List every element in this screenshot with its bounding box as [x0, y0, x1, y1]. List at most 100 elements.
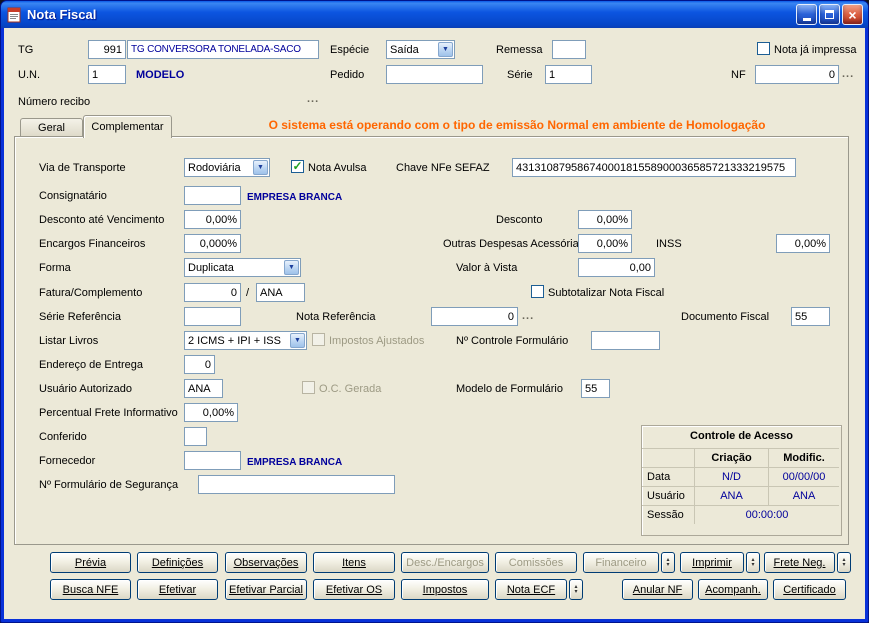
desconto-field[interactable] [578, 210, 632, 229]
n-controle-formulario-field[interactable] [591, 331, 660, 350]
valor-a-vista-field[interactable] [578, 258, 655, 277]
nota-fiscal-icon [7, 7, 21, 22]
encargos-financeiros-field[interactable] [184, 234, 241, 253]
acc-usuario-label: Usuário [642, 486, 694, 505]
close-button[interactable]: × [842, 4, 863, 25]
anular-nf-button[interactable]: Anular NF [622, 579, 693, 600]
modelo-de-formulario-field[interactable] [581, 379, 610, 398]
outras-despesas-field[interactable] [578, 234, 632, 253]
frete-neg-options-button[interactable]: ▴ ▾ [837, 552, 851, 573]
tg-code-field[interactable] [88, 40, 126, 59]
pedido-label: Pedido [330, 69, 365, 81]
chevron-down-icon: ▾ [574, 588, 578, 595]
consignatario-field[interactable] [184, 186, 241, 205]
check-icon: ✓ [292, 159, 303, 173]
forma-label: Forma [39, 262, 71, 274]
pedido-field[interactable] [386, 65, 483, 84]
acompanh-button[interactable]: Acompanh. [698, 579, 768, 600]
un-field[interactable] [88, 65, 126, 84]
acc-sessao-label: Sessão [642, 505, 694, 524]
financeiro-options-button[interactable]: ▴ ▾ [661, 552, 675, 573]
inss-field[interactable] [776, 234, 830, 253]
via-de-transporte-label: Via de Transporte [39, 162, 126, 174]
usuario-autorizado-field[interactable] [184, 379, 223, 398]
client-area: TG Espécie Saída ▼ Remessa ✓ Nota já imp… [4, 28, 865, 619]
previa-button[interactable]: Prévia [50, 552, 131, 573]
desconto-ate-vencimento-field[interactable] [184, 210, 241, 229]
usuario-autorizado-label: Usuário Autorizado [39, 383, 132, 395]
subtotalizar-checkbox[interactable]: ✓ [531, 285, 544, 298]
valor-a-vista-label: Valor à Vista [456, 262, 518, 274]
minimize-icon [802, 17, 811, 21]
desc-encargos-button: Desc./Encargos [401, 552, 489, 573]
controle-de-acesso-table: Criação Modific. Data N/D 00/00/00 Usuár… [642, 448, 841, 524]
especie-select[interactable]: Saída ▼ [386, 40, 455, 59]
tab-geral[interactable]: Geral [20, 118, 83, 137]
tab-complementar[interactable]: Complementar [83, 115, 172, 138]
busca-nfe-button[interactable]: Busca NFE [50, 579, 131, 600]
complementar-panel: Via de Transporte Rodoviária ▼ ✓ Nota Av… [14, 136, 849, 545]
nota-avulsa-checkbox[interactable]: ✓ [291, 160, 304, 173]
subtotalizar-label: Subtotalizar Nota Fiscal [548, 287, 665, 299]
maximize-button[interactable] [819, 4, 840, 25]
modelo-de-formulario-label: Modelo de Formulário [456, 383, 563, 395]
percentual-frete-field[interactable] [184, 403, 238, 422]
especie-value: Saída [390, 43, 419, 56]
serie-referencia-field[interactable] [184, 307, 241, 326]
nota-referencia-label: Nota Referência [296, 311, 376, 323]
forma-select[interactable]: Duplicata ▼ [184, 258, 301, 277]
chevron-down-icon: ▼ [284, 260, 299, 275]
n-formulario-seguranca-label: Nº Formulário de Segurança [39, 479, 179, 491]
acc-header-modific: Modific. [768, 448, 839, 467]
definicoes-button[interactable]: Definições [137, 552, 218, 573]
listar-livros-value: 2 ICMS + IPI + ISS [188, 334, 281, 347]
observacoes-button[interactable]: Observações [225, 552, 307, 573]
efetivar-os-button[interactable]: Efetivar OS [313, 579, 395, 600]
oc-gerada-checkbox: ✓ [302, 381, 315, 394]
fatura-complemento-label: Fatura/Complemento [39, 287, 143, 299]
documento-fiscal-label: Documento Fiscal [681, 311, 770, 323]
efetivar-button[interactable]: Efetivar [137, 579, 218, 600]
listar-livros-select[interactable]: 2 ICMS + IPI + ISS ▼ [184, 331, 307, 350]
numero-recibo-more-button[interactable]: ... [307, 94, 319, 105]
nota-ecf-options-button[interactable]: ▴ ▾ [569, 579, 583, 600]
tg-name-field[interactable] [127, 40, 319, 59]
efetivar-parcial-button[interactable]: Efetivar Parcial [225, 579, 307, 600]
imprimir-options-button[interactable]: ▴ ▾ [746, 552, 760, 573]
imprimir-button[interactable]: Imprimir [680, 552, 744, 573]
nota-ecf-button[interactable]: Nota ECF [495, 579, 567, 600]
minimize-button[interactable] [796, 4, 817, 25]
fatura-complemento-field[interactable] [256, 283, 305, 302]
via-de-transporte-select[interactable]: Rodoviária ▼ [184, 158, 270, 177]
nota-referencia-field[interactable] [431, 307, 518, 326]
documento-fiscal-field[interactable] [791, 307, 830, 326]
serie-referencia-label: Série Referência [39, 311, 121, 323]
nf-field[interactable] [755, 65, 839, 84]
conferido-field[interactable] [184, 427, 207, 446]
numero-recibo-label: Número recibo [18, 96, 91, 108]
impostos-ajustados-label: Impostos Ajustados [329, 335, 425, 347]
chave-nfe-field[interactable] [512, 158, 796, 177]
chevron-down-icon: ▼ [290, 333, 305, 348]
nota-ja-impressa-checkbox[interactable]: ✓ [757, 42, 770, 55]
nf-more-button[interactable]: ... [842, 69, 854, 80]
serie-field[interactable] [545, 65, 592, 84]
fatura-field[interactable] [184, 283, 241, 302]
impostos-button[interactable]: Impostos [401, 579, 489, 600]
nota-referencia-more-button[interactable]: ... [522, 311, 534, 322]
chevron-down-icon: ▾ [751, 561, 755, 568]
modelo-label: MODELO [136, 69, 185, 81]
fornecedor-field[interactable] [184, 451, 241, 470]
nf-label: NF [731, 69, 746, 81]
remessa-field[interactable] [552, 40, 586, 59]
endereco-de-entrega-field[interactable] [184, 355, 215, 374]
frete-neg-button[interactable]: Frete Neg. [764, 552, 835, 573]
fornecedor-company-label: EMPRESA BRANCA [247, 457, 343, 468]
n-formulario-seguranca-field[interactable] [198, 475, 395, 494]
tg-label: TG [18, 44, 34, 56]
itens-button[interactable]: Itens [313, 552, 395, 573]
title-bar: Nota Fiscal × [1, 1, 868, 28]
nota-avulsa-label: Nota Avulsa [308, 162, 367, 174]
tab-complementar-label: Complementar [91, 121, 164, 133]
certificado-button[interactable]: Certificado [773, 579, 846, 600]
